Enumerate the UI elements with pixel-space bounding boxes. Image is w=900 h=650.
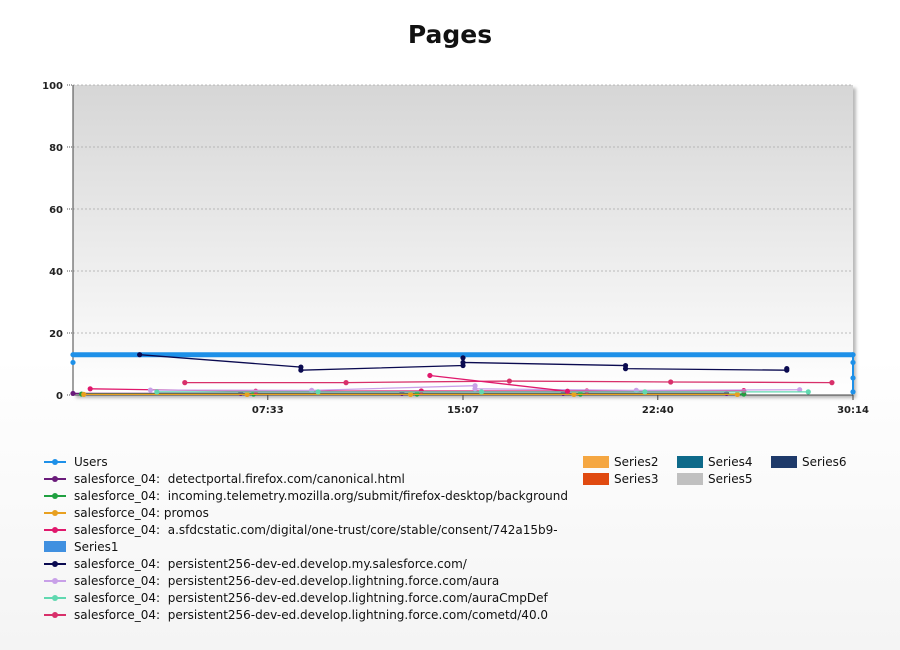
x-tick-label: 30:14: [837, 405, 869, 416]
legend-swatch: [583, 472, 609, 485]
legend-label: salesforce_04: incoming.telemetry.mozill…: [74, 488, 568, 503]
legend-item: salesforce_04: persistent256-dev-ed.deve…: [44, 589, 568, 606]
data-point: [829, 380, 835, 386]
y-tick-label: 100: [42, 81, 63, 92]
data-point: [70, 352, 76, 358]
legend-swatch: [44, 458, 66, 465]
data-point: [418, 388, 424, 394]
legend-swatch: [44, 577, 66, 584]
data-point: [460, 355, 466, 361]
legend-swatch: [677, 455, 703, 468]
data-point: [564, 388, 571, 394]
legend-item: Series1: [44, 538, 568, 555]
x-tick-label: 15:07: [447, 405, 479, 416]
data-point: [850, 389, 856, 395]
data-point: [87, 386, 93, 392]
data-point: [668, 379, 674, 385]
legend-item: Series4: [677, 453, 771, 470]
legend-swatch: [44, 560, 66, 567]
data-point: [850, 375, 856, 381]
data-point: [850, 352, 856, 358]
data-point: [805, 389, 811, 395]
legend-label: salesforce_04: persistent256-dev-ed.deve…: [74, 556, 467, 571]
legend-label: Users: [74, 454, 108, 469]
legend-label: Series4: [708, 454, 753, 469]
legend-label: salesforce_04: persistent256-dev-ed.deve…: [74, 573, 500, 588]
data-point: [642, 389, 648, 395]
data-point: [571, 391, 577, 397]
y-tick-label: 40: [49, 267, 63, 278]
legend-item: salesforce_04: detectportal.firefox.com/…: [44, 470, 568, 487]
legend-left: Users salesforce_04: detectportal.firefox…: [44, 453, 568, 623]
legend-label: Series1: [74, 539, 119, 554]
data-point: [506, 378, 513, 384]
data-point: [137, 352, 143, 358]
data-point: [182, 380, 188, 386]
legend-swatch: [583, 455, 609, 468]
legend-swatch: [44, 541, 66, 552]
legend-item: Series6: [771, 453, 861, 470]
legend-item: Series3: [583, 470, 677, 487]
legend-swatch: [44, 526, 66, 533]
data-point: [154, 389, 160, 395]
data-point: [784, 366, 790, 372]
legend-label: Series5: [708, 471, 753, 486]
legend-item: salesforce_04: persistent256-dev-ed.deve…: [44, 572, 568, 589]
data-point: [315, 389, 321, 395]
legend-label: salesforce_04: persistent256-dev-ed.deve…: [74, 607, 549, 622]
data-point: [584, 388, 590, 394]
legend-label: salesforce_04: detectportal.firefox.com/…: [74, 471, 405, 486]
data-point: [70, 390, 76, 397]
data-point: [427, 372, 433, 379]
y-tick-label: 80: [49, 143, 63, 154]
legend-label: Series6: [802, 454, 847, 469]
legend-item: salesforce_04: incoming.telemetry.mozill…: [44, 487, 568, 504]
legend-label: Series3: [614, 471, 659, 486]
data-point: [343, 380, 349, 386]
chart: 0 20 40 60 80 100 07:33 15:07 22:40 30:14: [42, 81, 869, 416]
y-tick-label: 0: [56, 391, 63, 402]
data-point: [460, 359, 466, 366]
legend-swatch: [44, 611, 66, 618]
data-point: [478, 389, 485, 395]
legend-item: salesforce_04: promos: [44, 504, 568, 521]
legend-swatch: [771, 455, 797, 468]
data-point: [147, 387, 153, 393]
legend-item: salesforce_04: persistent256-dev-ed.deve…: [44, 555, 568, 572]
y-tick-label: 20: [49, 329, 63, 340]
legend-label: Series2: [614, 454, 659, 469]
legend-item: Users: [44, 453, 568, 470]
legend-label: salesforce_04: persistent256-dev-ed.deve…: [74, 590, 548, 605]
legend-item: salesforce_04: persistent256-dev-ed.deve…: [44, 606, 568, 623]
legend-swatch: [44, 509, 66, 516]
data-point: [850, 359, 856, 366]
x-tick-label: 07:33: [252, 405, 284, 416]
legend-swatch: [44, 492, 66, 499]
legend-swatch: [677, 472, 703, 485]
x-tick-label: 22:40: [642, 405, 674, 416]
legend-item: Series5: [677, 470, 771, 487]
data-point: [298, 367, 304, 373]
legend-swatch: [44, 594, 66, 601]
data-point: [622, 366, 629, 372]
data-point: [734, 391, 740, 397]
data-point: [244, 391, 250, 397]
legend-right: Series2 Series4 Series6 Series3 Series5: [583, 453, 861, 487]
plot-area: [73, 85, 853, 395]
legend-label: salesforce_04: a.sfdcstatic.com/digital/…: [74, 522, 558, 537]
data-point: [472, 386, 478, 392]
legend-swatch: [44, 475, 66, 482]
data-point: [81, 391, 87, 397]
y-tick-label: 60: [49, 205, 63, 216]
data-point: [70, 359, 76, 366]
legend-label: salesforce_04: promos: [74, 505, 209, 520]
legend-item: Series2: [583, 453, 677, 470]
data-point: [407, 391, 414, 397]
legend-item: salesforce_04: a.sfdcstatic.com/digital/…: [44, 521, 568, 538]
